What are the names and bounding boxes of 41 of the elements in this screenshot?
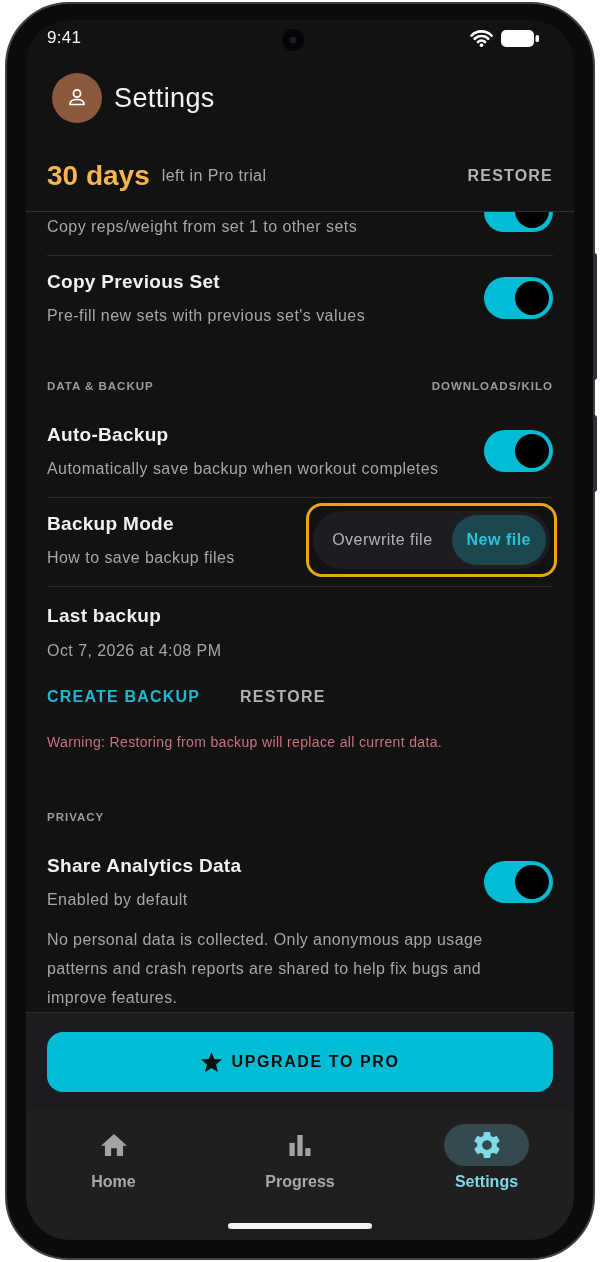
segment-option[interactable]: Overwrite file (317, 515, 448, 565)
upgrade-button[interactable]: UPGRADE TO PRO (47, 1032, 553, 1092)
toggle-switch[interactable] (484, 277, 553, 319)
segment-option[interactable]: New file (451, 515, 546, 565)
setting-description: Enabled by default (47, 890, 189, 910)
setting-title: Backup Mode (47, 512, 175, 536)
setting-description: Pre-fill new sets with previous set's values (47, 306, 367, 326)
backup-folder-path: DOWNLOADS/KILO (431, 379, 553, 394)
setting-title: Last backup (47, 604, 163, 628)
camera-icon (282, 29, 304, 51)
bar-chart-icon (289, 1134, 311, 1156)
avatar-icon (52, 73, 102, 123)
warning-text: Warning: Restoring from backup will replace all current data. (47, 733, 444, 752)
setting-title: Copy Previous Set (47, 270, 221, 294)
wifi-icon (470, 29, 493, 47)
setting-description: How to save backup files (47, 548, 236, 568)
section-header: DATA & BACKUP (47, 379, 154, 394)
nav-tab[interactable]: Home (71, 1124, 156, 1192)
privacy-note: No personal data is collected. Only anonymous app usage patterns and crash reports are shared to help fix bugs and improve features. (47, 930, 484, 1008)
toggle-switch[interactable] (484, 861, 553, 903)
battery-icon (501, 29, 539, 47)
nav-tab[interactable]: Settings (444, 1124, 529, 1192)
setting-description: Automatically save backup when workout completes (47, 459, 440, 479)
trial-days: 30 days (47, 160, 150, 192)
section-header: PRIVACY (47, 810, 105, 825)
home-icon (100, 1134, 127, 1156)
setting-title: Share Analytics Data (47, 854, 243, 878)
status-time: 9:41 (47, 28, 82, 48)
last-backup-date: Oct 7, 2026 at 4:08 PM (47, 641, 223, 661)
settings-icon (444, 1124, 529, 1166)
setting-title: Auto-Backup (47, 423, 170, 447)
setting-description: Copy reps/weight from set 1 to other sets (47, 217, 359, 237)
toggle-switch[interactable] (484, 212, 553, 232)
trial-text: left in Pro trial (161, 167, 267, 185)
star-icon (200, 1052, 222, 1072)
restore-button[interactable]: RESTORE (240, 677, 326, 717)
page-title: Settings (114, 82, 215, 114)
nav-tab[interactable]: Progress (257, 1124, 343, 1192)
create-backup-button[interactable]: CREATE BACKUP (47, 677, 201, 717)
restore-purchase-button[interactable]: RESTORE (467, 156, 553, 196)
toggle-switch[interactable] (484, 430, 553, 472)
